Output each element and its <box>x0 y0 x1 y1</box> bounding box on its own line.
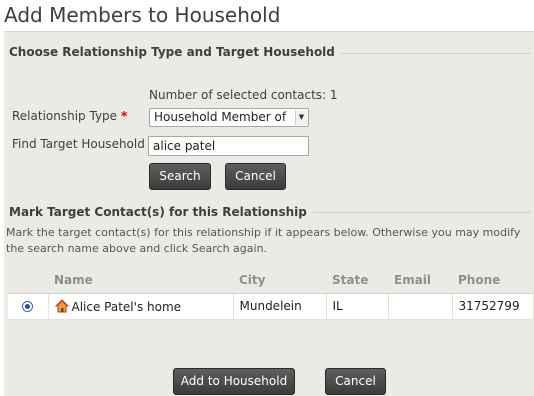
add-to-household-button[interactable]: Add to Household <box>173 368 295 395</box>
relationship-type-select[interactable]: Household Member of ▼ <box>149 108 309 127</box>
help-text: Mark the target contact(s) for this rela… <box>6 226 521 255</box>
column-header-phone[interactable]: Phone <box>452 267 534 294</box>
required-marker: * <box>121 109 128 123</box>
page-title: Add Members to Household <box>4 3 281 27</box>
column-header-select <box>8 267 48 294</box>
results-table: Name City State Email Phone Alice Patel'… <box>8 267 534 320</box>
select-cell <box>8 293 49 320</box>
cancel-search-button[interactable]: Cancel <box>225 163 286 190</box>
dropdown-arrow-icon: ▼ <box>295 110 307 125</box>
household-icon <box>54 298 69 312</box>
column-header-name[interactable]: Name <box>48 267 233 294</box>
form-panel: Choose Relationship Type and Target Hous… <box>4 31 534 396</box>
find-household-label: Find Target Household <box>12 137 145 151</box>
relationship-type-value: Household Member of <box>154 110 287 124</box>
table-row: Alice Patel's home Mundelein IL 31752799 <box>8 293 534 320</box>
relationship-type-label: Relationship Type * <box>12 109 128 123</box>
state-cell: IL <box>326 293 389 320</box>
email-cell <box>388 293 453 320</box>
cancel-button[interactable]: Cancel <box>325 368 386 395</box>
find-household-input[interactable] <box>148 136 309 156</box>
contact-name-link[interactable]: Alice Patel's home <box>72 300 182 314</box>
column-header-state[interactable]: State <box>326 267 388 294</box>
city-cell: Mundelein <box>233 293 327 320</box>
name-cell: Alice Patel's home <box>48 293 234 320</box>
relationship-section-legend: Choose Relationship Type and Target Hous… <box>9 45 341 59</box>
select-radio[interactable] <box>22 301 34 312</box>
column-header-city[interactable]: City <box>233 267 326 294</box>
mark-section-legend: Mark Target Contact(s) for this Relation… <box>9 205 313 219</box>
table-header-row: Name City State Email Phone <box>8 267 534 294</box>
selected-count-text: Number of selected contacts: 1 <box>149 88 338 102</box>
phone-cell: 31752799 <box>452 293 534 320</box>
column-header-email[interactable]: Email <box>388 267 452 294</box>
search-button[interactable]: Search <box>149 163 211 190</box>
